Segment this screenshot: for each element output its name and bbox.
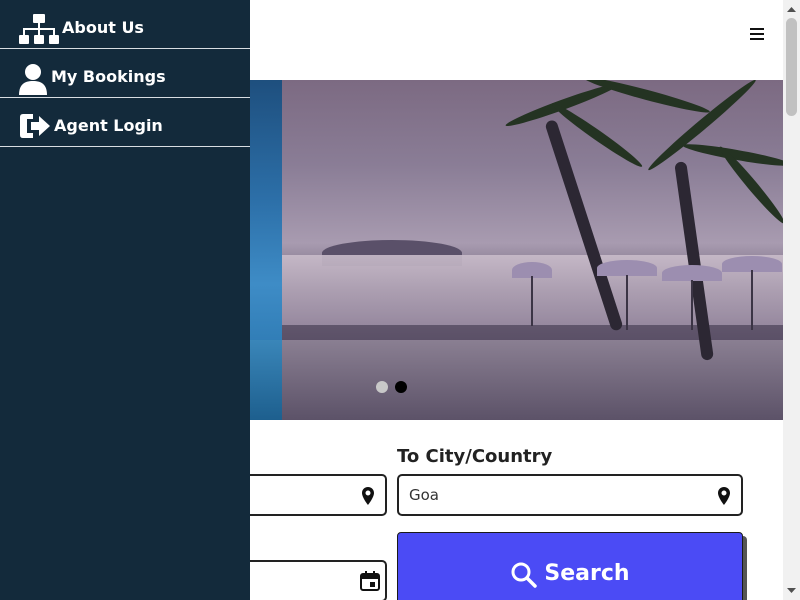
sign-in-icon xyxy=(20,114,50,138)
carousel-indicators xyxy=(376,381,407,393)
menu-item-label: My Bookings xyxy=(51,67,166,86)
scrollbar[interactable] xyxy=(783,0,800,600)
menu-item-label: About Us xyxy=(62,18,144,37)
search-button[interactable]: Search xyxy=(397,532,743,600)
hamburger-icon[interactable] xyxy=(750,28,764,42)
to-city-input[interactable] xyxy=(399,476,741,514)
hero-slide-image xyxy=(282,80,783,420)
menu-item-about-us[interactable]: About Us xyxy=(0,0,250,49)
side-menu: About Us My Bookings Agent Login xyxy=(0,0,250,600)
user-icon xyxy=(19,64,47,95)
carousel-dot-1[interactable] xyxy=(376,381,388,393)
scroll-up-arrow-icon[interactable] xyxy=(783,4,800,16)
menu-item-agent-login[interactable]: Agent Login xyxy=(0,98,250,147)
menu-item-label: Agent Login xyxy=(54,116,163,135)
location-pin-icon xyxy=(718,487,730,505)
menu-item-my-bookings[interactable]: My Bookings xyxy=(0,49,250,98)
sitemap-icon xyxy=(19,14,59,44)
carousel-dot-2[interactable] xyxy=(395,381,407,393)
scroll-down-arrow-icon[interactable] xyxy=(783,584,800,596)
search-icon xyxy=(511,562,538,588)
location-pin-icon xyxy=(362,487,374,505)
calendar-icon[interactable] xyxy=(359,570,381,592)
to-city-label: To City/Country xyxy=(397,446,553,467)
search-button-label: Search xyxy=(544,561,630,586)
page: To City/Country Search xyxy=(0,0,800,600)
scrollbar-thumb[interactable] xyxy=(786,18,797,116)
to-city-field[interactable] xyxy=(397,474,743,516)
